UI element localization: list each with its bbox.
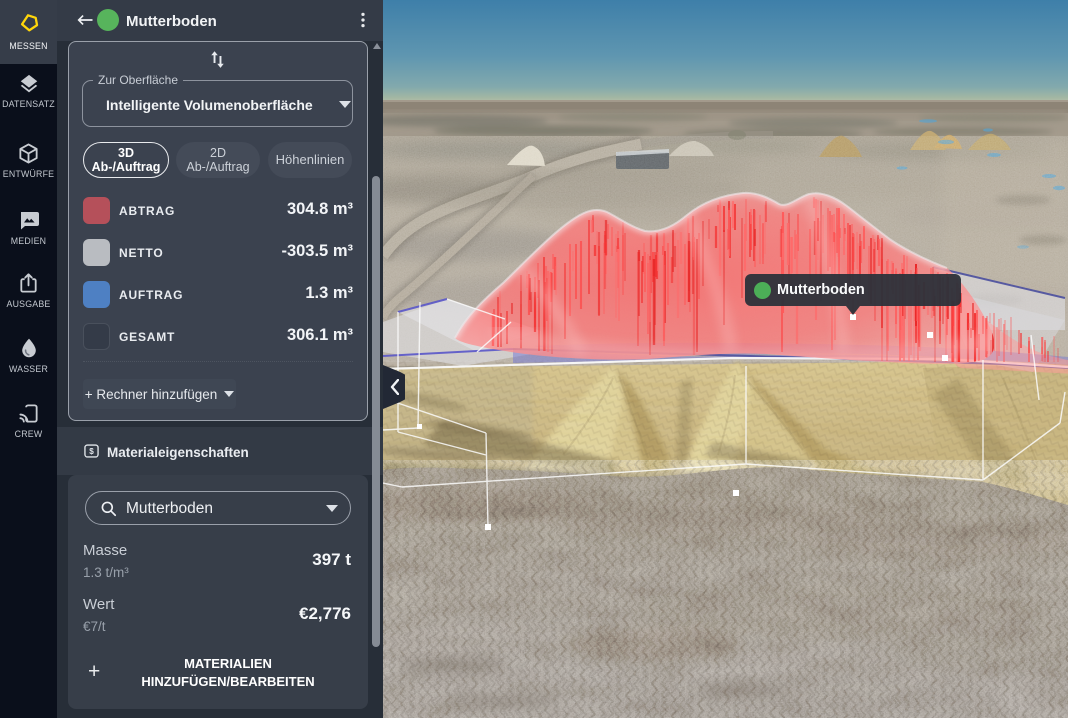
svg-text:$: $	[89, 447, 94, 456]
